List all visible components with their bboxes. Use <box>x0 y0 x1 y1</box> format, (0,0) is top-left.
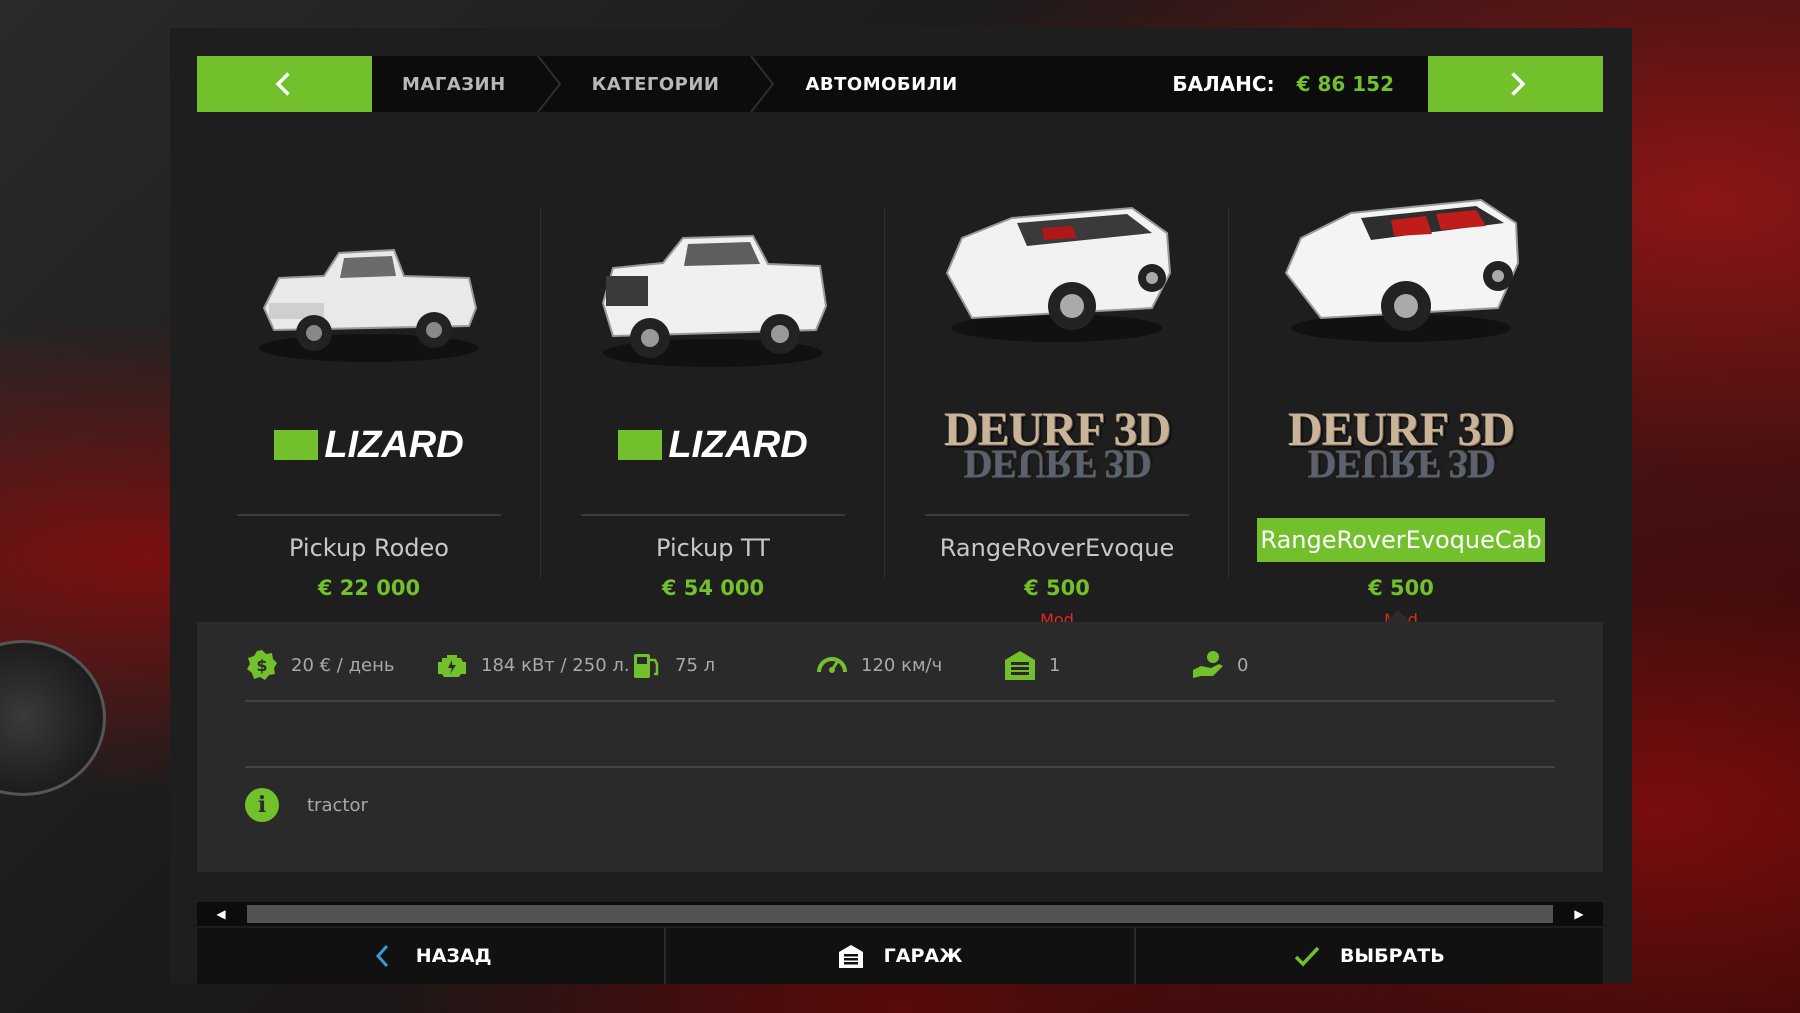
scroll-left-arrow-icon[interactable]: ◀ <box>197 902 245 926</box>
breadcrumb-separator-icon <box>536 56 561 112</box>
vehicle-card[interactable]: DEURF 3D DEURF 3D RangeRoverEvoque € 500… <box>885 178 1229 629</box>
spec-maintenance: 0 <box>1191 648 1248 682</box>
brand-name: LIZARD <box>668 423 808 466</box>
horizontal-scrollbar[interactable]: ◀ ▶ <box>197 902 1603 926</box>
top-bar: МАГАЗИН КАТЕГОРИИ АВТОМОБИЛИ БАЛАНС: € 8… <box>197 56 1603 112</box>
vehicle-name: Pickup TT <box>656 534 770 562</box>
background-speaker <box>0 640 106 796</box>
lizard-logo-icon <box>618 430 663 460</box>
back-button[interactable]: НАЗАД <box>197 928 667 984</box>
breadcrumb-cars: АВТОМОБИЛИ <box>805 73 958 95</box>
breadcrumb-separator-icon <box>750 56 775 112</box>
capacity-value: 1 <box>1049 654 1061 676</box>
scrollbar-thumb[interactable] <box>247 905 1553 923</box>
specs-row: $ 20 € / день 184 кВт / 250 л. с. 75 л 1… <box>245 648 1555 688</box>
vehicle-carousel: LIZARD Pickup Rodeo € 22 000 LIZARD Pick… <box>197 178 1603 629</box>
speedometer-icon <box>817 657 847 673</box>
maintenance-value: 0 <box>1237 654 1249 676</box>
previous-button[interactable] <box>197 56 372 112</box>
brand-logo: LIZARD <box>197 410 541 480</box>
convertible-suv-image <box>1284 198 1520 342</box>
chevron-right-icon <box>1510 72 1525 96</box>
vehicle-name: RangeRoverEvoque <box>939 534 1175 562</box>
back-label: НАЗАД <box>415 945 492 967</box>
chevron-left-icon <box>275 72 290 96</box>
vehicle-price: € 500 <box>1024 576 1090 600</box>
balance-value: € 86 152 <box>1296 72 1394 96</box>
details-divider <box>245 700 1555 702</box>
bottom-bar: НАЗАД ГАРАЖ ВЫБРАТЬ <box>197 928 1603 984</box>
daily-cost-value: 20 € / день <box>291 654 395 676</box>
vehicle-card-selected[interactable]: DEURF 3D DEURF 3D RangeRoverEvoqueCab € … <box>1229 178 1573 629</box>
description-row: i tractor <box>245 788 368 822</box>
card-divider <box>925 514 1189 516</box>
pickup-truck-image <box>259 248 479 362</box>
chevron-left-icon <box>375 944 388 968</box>
brand-name-reflection: DEURF 3D <box>1307 442 1495 487</box>
vehicle-card[interactable]: LIZARD Pickup Rodeo € 22 000 <box>197 178 541 600</box>
fuel-value: 75 л <box>675 654 716 676</box>
vehicle-price: € 54 000 <box>661 576 765 600</box>
lizard-logo-icon <box>274 430 319 460</box>
brand-name-reflection: DEURF 3D <box>963 442 1151 487</box>
description-text: tractor <box>307 794 368 816</box>
breadcrumb: МАГАЗИН КАТЕГОРИИ АВТОМОБИЛИ <box>372 56 988 112</box>
svg-text:$: $ <box>256 656 267 675</box>
brand-logo: DEURF 3D DEURF 3D <box>1229 406 1573 488</box>
garage-label: ГАРАЖ <box>883 945 963 967</box>
select-label: ВЫБРАТЬ <box>1339 945 1445 967</box>
garage-icon <box>1005 651 1035 680</box>
spec-fuel: 75 л <box>629 648 715 682</box>
card-divider <box>237 514 501 516</box>
details-divider <box>245 766 1555 768</box>
money-icon: $ <box>247 650 277 680</box>
brand-logo: DEURF 3D DEURF 3D <box>885 406 1229 488</box>
select-button[interactable]: ВЫБРАТЬ <box>1136 928 1603 984</box>
vehicle-name-selected: RangeRoverEvoqueCab <box>1257 518 1545 562</box>
fuel-pump-icon <box>634 654 659 678</box>
vehicle-price: € 500 <box>1368 576 1434 600</box>
check-icon <box>1294 946 1320 967</box>
power-value: 184 кВт / 250 л. с. <box>481 654 651 676</box>
balance-label: БАЛАНС: <box>1172 72 1275 96</box>
scroll-right-arrow-icon[interactable]: ▶ <box>1555 902 1603 926</box>
garage-icon <box>838 945 863 968</box>
shop-panel: МАГАЗИН КАТЕГОРИИ АВТОМОБИЛИ БАЛАНС: € 8… <box>170 28 1632 984</box>
spec-capacity: 1 <box>1003 648 1060 682</box>
balance-display: БАЛАНС: € 86 152 <box>1172 72 1394 96</box>
vehicle-details: $ 20 € / день 184 кВт / 250 л. с. 75 л 1… <box>197 622 1603 872</box>
info-icon: i <box>245 788 279 822</box>
hand-coin-icon <box>1193 651 1223 678</box>
suv-image <box>945 206 1172 342</box>
vehicle-price: € 22 000 <box>317 576 421 600</box>
vehicle-name: Pickup Rodeo <box>288 534 449 562</box>
card-divider <box>581 514 845 516</box>
brand-name: LIZARD <box>324 423 464 466</box>
next-button[interactable] <box>1428 56 1603 112</box>
spec-power: 184 кВт / 250 л. с. <box>435 648 651 682</box>
garage-button[interactable]: ГАРАЖ <box>666 928 1136 984</box>
breadcrumb-categories[interactable]: КАТЕГОРИИ <box>562 56 750 112</box>
vehicle-card[interactable]: LIZARD Pickup TT € 54 000 <box>541 178 885 600</box>
speed-value: 120 км/ч <box>861 654 943 676</box>
spec-speed: 120 км/ч <box>815 648 942 682</box>
breadcrumb-shop[interactable]: МАГАЗИН <box>372 56 536 112</box>
spec-daily-cost: $ 20 € / день <box>245 648 394 682</box>
pickup-truck-image <box>601 234 828 367</box>
engine-icon <box>438 655 466 677</box>
brand-logo: LIZARD <box>541 410 885 480</box>
